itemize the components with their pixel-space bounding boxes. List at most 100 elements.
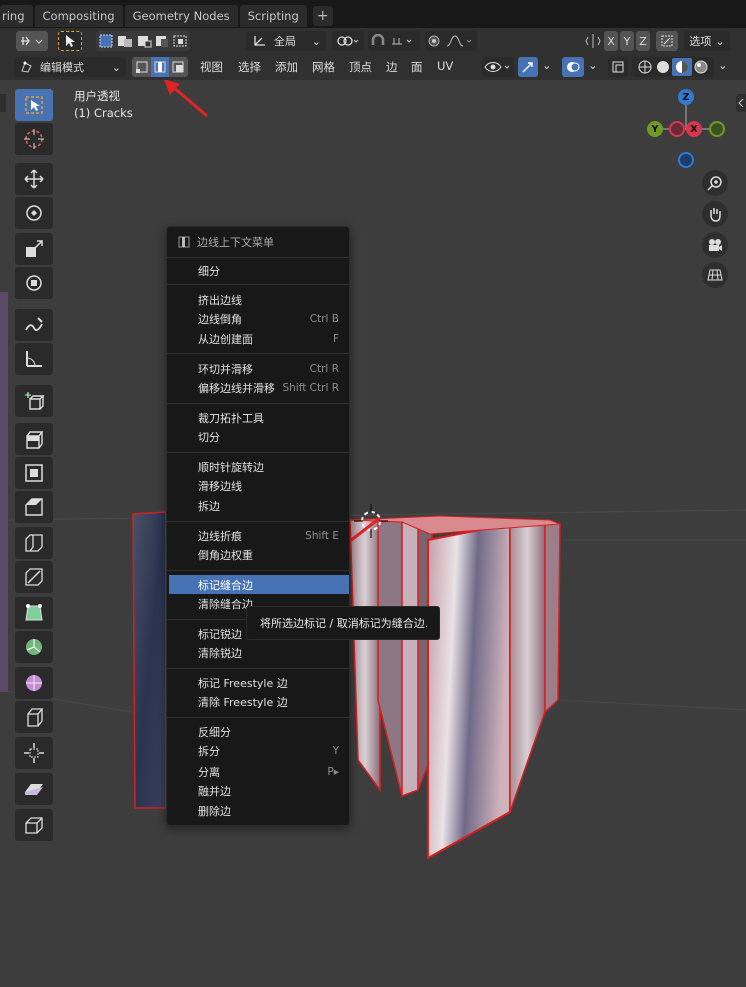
auto-merge-icon[interactable]	[656, 31, 678, 51]
3d-viewport[interactable]: 用户透视 (1) Cracks Z Y X	[0, 80, 746, 987]
tool-scale[interactable]	[15, 233, 53, 265]
sidebar-toggle[interactable]	[736, 94, 746, 112]
selection-mode-icons[interactable]	[98, 33, 188, 49]
tool-knife[interactable]	[15, 561, 53, 593]
snapping-group[interactable]	[368, 31, 420, 51]
tool-shrink-fatten[interactable]	[15, 737, 53, 769]
gizmo-y-axis[interactable]: Y	[647, 121, 663, 137]
menu-select[interactable]: 选择	[238, 59, 261, 75]
tool-transform[interactable]	[15, 267, 53, 299]
workspace-tab-compositing[interactable]: Compositing	[34, 5, 123, 27]
menu-item-clear-sharp[interactable]: 清除锐边	[169, 643, 349, 662]
proportional-edit-icon	[428, 35, 472, 47]
mode-dropdown[interactable]: 编辑模式 ⌄	[14, 57, 126, 77]
menu-item-bevel-edges[interactable]: 边线倒角 Ctrl B	[169, 309, 349, 328]
tool-shear[interactable]	[15, 773, 53, 805]
pan-hand-icon[interactable]	[702, 201, 728, 227]
transform-pivot-button[interactable]	[16, 31, 48, 51]
chevron-down-icon[interactable]: ⌄	[542, 58, 552, 72]
menu-item-un-subdivide[interactable]: 反细分	[169, 722, 349, 741]
toolbar-toggle[interactable]	[0, 94, 6, 112]
gizmo-neg-y-axis[interactable]	[709, 121, 725, 137]
add-workspace-button[interactable]: +	[312, 6, 333, 26]
material-preview-icon[interactable]	[672, 58, 692, 76]
select-tool-button[interactable]	[58, 31, 82, 51]
menu-item-separate[interactable]: 分离 P▸	[169, 762, 349, 781]
menu-item-extrude-edges[interactable]: 挤出边线	[169, 290, 349, 309]
tool-inset[interactable]	[15, 457, 53, 489]
menu-item-rotate-edge-cw[interactable]: 顺时针旋转边	[169, 457, 349, 476]
visibility-dropdown[interactable]	[482, 57, 514, 77]
transform-orientation-dropdown[interactable]: 全局 ⌄	[246, 31, 326, 51]
zoom-icon[interactable]	[702, 170, 728, 196]
mirror-z-toggle[interactable]: Z	[636, 31, 650, 51]
menu-item-bisect[interactable]: 切分	[169, 427, 349, 446]
face-select-icon[interactable]	[169, 57, 187, 77]
menu-item-dissolve-edges[interactable]: 融并边	[169, 781, 349, 800]
tool-extrude[interactable]	[15, 423, 53, 455]
gizmo-neg-x-axis[interactable]	[669, 121, 685, 137]
gizmo-toggle[interactable]	[518, 57, 538, 77]
grid-ortho-icon[interactable]	[702, 262, 728, 288]
menu-item-clear-freestyle-edge[interactable]: 清除 Freestyle 边	[169, 692, 349, 711]
tool-poly-build[interactable]	[15, 597, 53, 629]
menu-item-offset-edge-slide[interactable]: 偏移边线并滑移 Shift Ctrl R	[169, 378, 349, 397]
tool-move[interactable]	[15, 163, 53, 195]
gizmo-z-axis[interactable]: Z	[678, 89, 694, 105]
overlays-toggle[interactable]	[562, 57, 584, 77]
camera-icon[interactable]	[702, 232, 728, 258]
chevron-down-icon[interactable]: ⌄	[718, 58, 728, 72]
selection-mode-group	[96, 31, 190, 51]
gizmo-neg-z-axis[interactable]	[678, 152, 694, 168]
menu-item-edge-split[interactable]: 拆边	[169, 496, 349, 515]
tool-spin[interactable]	[15, 631, 53, 663]
menu-uv[interactable]: UV	[437, 59, 453, 73]
menu-item-edge-crease[interactable]: 边线折痕 Shift E	[169, 526, 349, 545]
mirror-y-toggle[interactable]: Y	[620, 31, 634, 51]
workspace-tab-scripting[interactable]: Scripting	[239, 5, 307, 27]
tool-loop-cut[interactable]	[15, 527, 53, 559]
menu-item-subdivide[interactable]: 细分	[169, 261, 349, 280]
menu-item-mark-freestyle-edge[interactable]: 标记 Freestyle 边	[169, 673, 349, 692]
tool-cursor[interactable]	[15, 123, 53, 155]
menu-item-edge-bevel-weight[interactable]: 倒角边权重	[169, 545, 349, 564]
edge-select-icon[interactable]	[151, 57, 169, 77]
menu-item-knife-topology[interactable]: 裁刀拓扑工具	[169, 408, 349, 427]
vertex-select-icon[interactable]	[133, 57, 151, 77]
tool-smooth[interactable]	[15, 667, 53, 699]
tool-add-cube[interactable]	[15, 385, 53, 417]
menu-face[interactable]: 面	[411, 59, 423, 75]
menu-item-delete-edges[interactable]: 删除边	[169, 801, 349, 820]
options-dropdown[interactable]: 选项 ⌄	[684, 31, 730, 51]
tool-edge-slide[interactable]	[15, 701, 53, 733]
tool-bevel[interactable]	[15, 491, 53, 523]
rendered-shading-icon[interactable]	[692, 59, 710, 75]
tool-annotate[interactable]	[15, 309, 53, 341]
tool-select-box[interactable]	[15, 89, 53, 121]
menu-item-split[interactable]: 拆分 Y	[169, 741, 349, 760]
magnet-icon	[371, 34, 412, 45]
menu-item-edge-slide[interactable]: 滑移边线	[169, 476, 349, 495]
chevron-down-icon[interactable]: ⌄	[588, 58, 598, 72]
proportional-edit-group[interactable]	[425, 31, 477, 51]
solid-shading-icon[interactable]	[654, 59, 672, 75]
menu-item-loop-cut-slide[interactable]: 环切并滑移 Ctrl R	[169, 359, 349, 378]
workspace-tab-rendering[interactable]: ring	[0, 5, 33, 27]
menu-vertex[interactable]: 顶点	[349, 59, 372, 75]
pivot-point-dropdown[interactable]	[332, 31, 364, 51]
menu-item-mark-seam[interactable]: 标记缝合边	[169, 575, 349, 594]
menu-mesh[interactable]: 网格	[312, 59, 335, 75]
tool-rotate[interactable]	[15, 197, 53, 229]
xray-toggle[interactable]	[608, 57, 628, 77]
wireframe-shading-icon[interactable]	[636, 59, 654, 75]
menu-item-new-face-from-edges[interactable]: 从边创建面 F	[169, 329, 349, 348]
menu-separator	[167, 452, 349, 453]
tool-rip-region[interactable]	[15, 809, 53, 841]
workspace-tab-geometry-nodes[interactable]: Geometry Nodes	[124, 5, 238, 27]
gizmo-x-axis[interactable]: X	[686, 121, 702, 137]
menu-view[interactable]: 视图	[200, 59, 223, 75]
tool-measure[interactable]	[15, 343, 53, 375]
menu-edge[interactable]: 边	[386, 59, 398, 75]
menu-add[interactable]: 添加	[275, 59, 298, 75]
mirror-x-toggle[interactable]: X	[604, 31, 618, 51]
